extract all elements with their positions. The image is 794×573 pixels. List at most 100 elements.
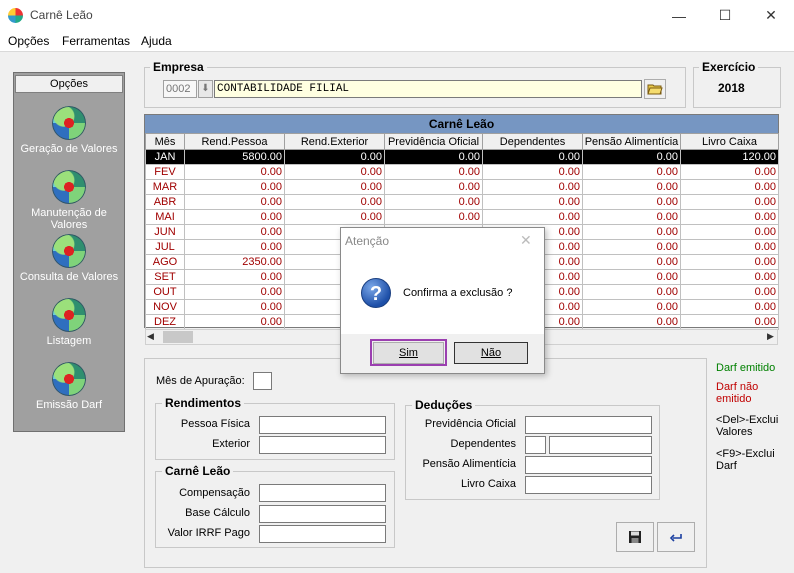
value-cell[interactable]: 0.00 [482, 209, 583, 225]
value-cell[interactable]: 0.00 [680, 284, 779, 300]
value-cell[interactable]: 0.00 [284, 179, 385, 195]
scroll-right-icon[interactable]: ▶ [767, 331, 774, 342]
livro-caixa-field[interactable] [525, 476, 652, 494]
dependentes-count-field[interactable] [525, 436, 546, 454]
sidebar-item-listagem[interactable]: Listagem [13, 298, 125, 347]
value-cell[interactable]: 0.00 [384, 194, 483, 210]
value-cell[interactable]: 0.00 [184, 164, 285, 180]
table-row[interactable]: JAN 5800.00 0.00 0.00 0.00 0.00 120.00 [145, 149, 779, 165]
menu-opcoes[interactable]: Opções [8, 34, 49, 48]
value-cell[interactable]: 0.00 [582, 179, 681, 195]
value-cell[interactable]: 0.00 [582, 209, 681, 225]
month-cell[interactable]: DEZ [145, 314, 185, 330]
sim-button[interactable]: Sim [373, 342, 444, 364]
table-row[interactable]: FEV 0.00 0.00 0.00 0.00 0.00 0.00 [145, 164, 779, 180]
column-header[interactable]: Mês [145, 133, 185, 150]
value-cell[interactable]: 0.00 [184, 269, 285, 285]
value-cell[interactable]: 0.00 [680, 314, 779, 330]
value-cell[interactable]: 0.00 [184, 209, 285, 225]
exterior-field[interactable] [259, 436, 386, 454]
sidebar-item-geracao[interactable]: Geração de Valores [13, 106, 125, 155]
value-cell[interactable]: 0.00 [284, 194, 385, 210]
value-cell[interactable]: 0.00 [384, 149, 483, 165]
base-calculo-field[interactable] [259, 505, 386, 523]
dependentes-value-field[interactable] [549, 436, 652, 454]
value-cell[interactable]: 0.00 [680, 254, 779, 270]
value-cell[interactable]: 0.00 [582, 224, 681, 240]
empresa-code-field[interactable]: 0002 [163, 80, 197, 98]
column-header[interactable]: Dependentes [482, 133, 583, 150]
value-cell[interactable]: 0.00 [184, 284, 285, 300]
value-cell[interactable]: 0.00 [384, 164, 483, 180]
menu-ajuda[interactable]: Ajuda [141, 34, 172, 48]
valor-irrf-field[interactable] [259, 525, 386, 543]
save-button[interactable] [616, 522, 654, 552]
menu-ferramentas[interactable]: Ferramentas [62, 34, 130, 48]
maximize-button[interactable]: ☐ [702, 0, 748, 31]
value-cell[interactable]: 0.00 [184, 194, 285, 210]
scrollbar-thumb[interactable] [163, 331, 193, 343]
mes-apuracao-field[interactable] [253, 372, 272, 390]
value-cell[interactable]: 0.00 [582, 269, 681, 285]
value-cell[interactable]: 0.00 [184, 314, 285, 330]
open-folder-button[interactable] [644, 79, 666, 99]
sidebar-item-emissao-darf[interactable]: Emissão Darf [13, 362, 125, 411]
value-cell[interactable]: 5800.00 [184, 149, 285, 165]
value-cell[interactable]: 0.00 [680, 164, 779, 180]
month-cell[interactable]: JUN [145, 224, 185, 240]
value-cell[interactable]: 0.00 [384, 179, 483, 195]
value-cell[interactable]: 0.00 [482, 179, 583, 195]
column-header[interactable]: Pensão Alimentícia [582, 133, 681, 150]
value-cell[interactable]: 0.00 [582, 149, 681, 165]
minimize-button[interactable]: — [656, 0, 702, 31]
value-cell[interactable]: 2350.00 [184, 254, 285, 270]
value-cell[interactable]: 0.00 [680, 209, 779, 225]
value-cell[interactable]: 0.00 [582, 194, 681, 210]
month-cell[interactable]: JAN [145, 149, 185, 165]
value-cell[interactable]: 0.00 [582, 239, 681, 255]
month-cell[interactable]: OUT [145, 284, 185, 300]
scroll-left-icon[interactable]: ◀ [147, 331, 154, 342]
month-cell[interactable]: AGO [145, 254, 185, 270]
value-cell[interactable]: 0.00 [582, 164, 681, 180]
pensao-field[interactable] [525, 456, 652, 474]
nao-button[interactable]: Não [454, 342, 528, 364]
value-cell[interactable]: 0.00 [582, 254, 681, 270]
dialog-close-icon[interactable]: ✕ [520, 232, 532, 249]
value-cell[interactable]: 0.00 [680, 269, 779, 285]
close-window-button[interactable]: ✕ [748, 0, 794, 31]
month-cell[interactable]: JUL [145, 239, 185, 255]
value-cell[interactable]: 0.00 [680, 194, 779, 210]
value-cell[interactable]: 0.00 [680, 179, 779, 195]
column-header[interactable]: Livro Caixa [680, 133, 779, 150]
column-header[interactable]: Rend.Exterior [284, 133, 385, 150]
sidebar-item-consulta[interactable]: Consulta de Valores [13, 234, 125, 283]
value-cell[interactable]: 0.00 [680, 239, 779, 255]
month-cell[interactable]: ABR [145, 194, 185, 210]
value-cell[interactable]: 0.00 [482, 194, 583, 210]
month-cell[interactable]: MAI [145, 209, 185, 225]
undo-button[interactable] [657, 522, 695, 552]
value-cell[interactable]: 0.00 [482, 149, 583, 165]
column-header[interactable]: Previdência Oficial [384, 133, 483, 150]
value-cell[interactable]: 0.00 [184, 299, 285, 315]
value-cell[interactable]: 0.00 [582, 314, 681, 330]
value-cell[interactable]: 0.00 [582, 284, 681, 300]
table-row[interactable]: MAI 0.00 0.00 0.00 0.00 0.00 0.00 [145, 209, 779, 225]
value-cell[interactable]: 0.00 [284, 209, 385, 225]
download-icon[interactable]: ⬇ [198, 80, 213, 98]
compensacao-field[interactable] [259, 484, 386, 502]
month-cell[interactable]: FEV [145, 164, 185, 180]
pessoa-fisica-field[interactable] [259, 416, 386, 434]
month-cell[interactable]: SET [145, 269, 185, 285]
value-cell[interactable]: 0.00 [284, 164, 385, 180]
value-cell[interactable]: 0.00 [482, 164, 583, 180]
value-cell[interactable]: 0.00 [582, 299, 681, 315]
month-cell[interactable]: MAR [145, 179, 185, 195]
table-row[interactable]: ABR 0.00 0.00 0.00 0.00 0.00 0.00 [145, 194, 779, 210]
empresa-name-field[interactable]: CONTABILIDADE FILIAL [214, 80, 642, 98]
month-cell[interactable]: NOV [145, 299, 185, 315]
value-cell[interactable]: 0.00 [184, 239, 285, 255]
value-cell[interactable]: 0.00 [184, 179, 285, 195]
value-cell[interactable]: 0.00 [680, 299, 779, 315]
